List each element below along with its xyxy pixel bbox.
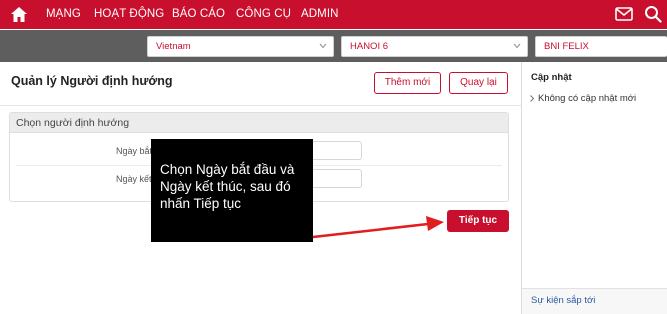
add-new-button[interactable]: Thêm mới [374, 72, 441, 94]
updates-title: Cập nhật [531, 72, 572, 83]
nav-item-cong-cu[interactable]: CÔNG CỤ [236, 8, 291, 20]
back-button[interactable]: Quay lại [449, 72, 508, 94]
top-nav-bar: MẠNG HOẠT ĐỘNG BÁO CÁO CÔNG CỤ ADMIN [0, 0, 667, 29]
home-icon[interactable] [10, 6, 28, 23]
panel-title: Chọn người định hướng [16, 117, 130, 129]
country-select-value: Vietnam [156, 41, 191, 52]
chevron-right-icon [530, 95, 534, 102]
no-updates-text: Không có cập nhật mới [538, 93, 637, 104]
chevron-down-icon [513, 43, 521, 49]
chapter-select[interactable]: BNI FELIX [535, 36, 667, 57]
chapter-select-value: BNI FELIX [544, 41, 589, 52]
instruction-callout: Chọn Ngày bắt đầu và Ngày kết thúc, sau … [151, 139, 313, 242]
nav-item-bao-cao[interactable]: BÁO CÁO [172, 8, 225, 20]
country-select[interactable]: Vietnam [147, 36, 334, 57]
page-title: Quản lý Người định hướng [11, 74, 173, 88]
header-divider [0, 105, 521, 106]
panel-header: Chọn người định hướng [10, 113, 508, 133]
nav-item-hoat-dong[interactable]: HOẠT ĐỘNG [94, 8, 164, 20]
nav-item-admin[interactable]: ADMIN [301, 8, 339, 20]
region-select-value: HANOI 6 [350, 41, 389, 52]
mail-icon[interactable] [615, 7, 633, 21]
continue-button[interactable]: Tiếp tục [447, 210, 509, 232]
chevron-down-icon [319, 43, 327, 49]
updates-sidebar: Cập nhật Không có cập nhật mới Sự kiện s… [521, 62, 667, 314]
upcoming-events-section[interactable]: Sự kiện sắp tới [522, 288, 667, 314]
filter-bar: Vietnam HANOI 6 BNI FELIX [0, 30, 667, 62]
region-select[interactable]: HANOI 6 [341, 36, 528, 57]
nav-item-mang[interactable]: MẠNG [46, 8, 81, 20]
search-icon[interactable] [644, 5, 662, 23]
upcoming-events-link[interactable]: Sự kiện sắp tới [531, 295, 595, 306]
